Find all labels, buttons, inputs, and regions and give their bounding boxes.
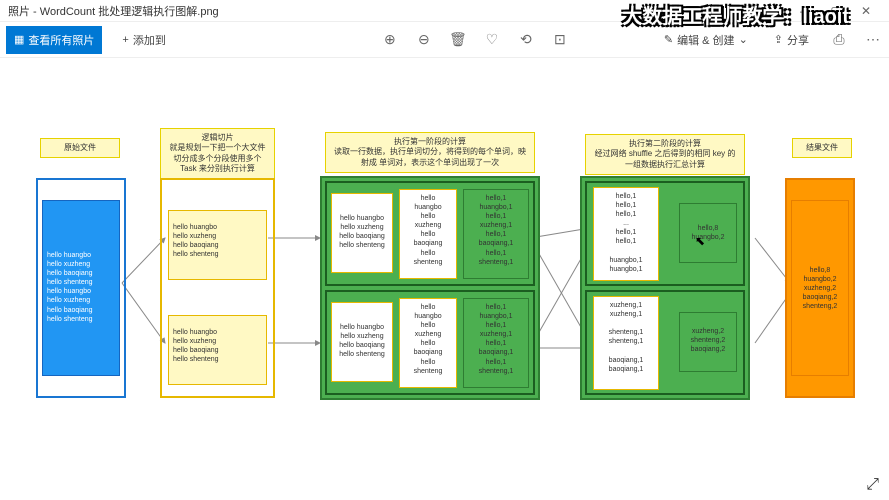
heart-icon[interactable]: ♡ bbox=[482, 31, 502, 48]
expand-icon[interactable]: ⤢ bbox=[866, 476, 879, 494]
window-title: 照片 - WordCount 批处理逻辑执行图解.png bbox=[8, 3, 219, 19]
stage-split: hello huangbo hello xuzheng hello baoqia… bbox=[160, 178, 275, 398]
more-icon[interactable]: ⋯ bbox=[863, 31, 883, 48]
stage-result: hello,8 huangbo,2 xuzheng,2 baoqiang,2 s… bbox=[785, 178, 855, 398]
rotate-icon[interactable]: ⟲ bbox=[516, 31, 536, 48]
note-stage1: 执行第一阶段的计算 读取一行数据，执行单词切分，将得到的每个单词，映射成 单词对… bbox=[325, 132, 535, 173]
stage-reduce: hello,1 hello,1 hello,1 ... hello,1 hell… bbox=[580, 176, 750, 400]
zoom-in-icon[interactable]: ⊕ bbox=[380, 31, 400, 48]
reduce-task-1: hello,1 hello,1 hello,1 ... hello,1 hell… bbox=[585, 181, 745, 286]
video-overlay-text: 大数据工程师教学：liaoit bbox=[622, 0, 849, 29]
input-file-block: hello huangbo hello xuzheng hello baoqia… bbox=[42, 200, 120, 376]
diagram-canvas: 原始文件 逻辑切片 就是规划一下把一个大文件切分成多个分段使用多个 Task 来… bbox=[0, 58, 889, 480]
map2-mid: hello huangbo hello xuzheng hello baoqia… bbox=[399, 298, 457, 388]
mouse-cursor: ⬉ bbox=[695, 234, 705, 248]
reduce2-output: xuzheng,2 shenteng,2 baoqiang,2 bbox=[679, 312, 737, 372]
reduce2-input: xuzheng,1 xuzheng,1 shenteng,1 shenteng,… bbox=[593, 296, 659, 390]
add-to-button[interactable]: + 添加到 bbox=[116, 28, 171, 52]
view-all-label: 查看所有照片 bbox=[28, 32, 94, 48]
view-all-photos-button[interactable]: ▦ 查看所有照片 bbox=[6, 26, 102, 54]
share-button[interactable]: ⇪ 分享 bbox=[768, 28, 815, 52]
reduce1-input: hello,1 hello,1 hello,1 ... hello,1 hell… bbox=[593, 187, 659, 281]
reduce1-output: hello,8 huangbo,2 bbox=[679, 203, 737, 263]
stage-map: hello huangbo hello xuzheng hello baoqia… bbox=[320, 176, 540, 400]
share-icon: ⇪ bbox=[774, 33, 783, 46]
map-task-1: hello huangbo hello xuzheng hello baoqia… bbox=[325, 181, 535, 286]
add-to-label: 添加到 bbox=[133, 32, 166, 48]
note-result-file: 结果文件 bbox=[792, 138, 852, 158]
split-block-1: hello huangbo hello xuzheng hello baoqia… bbox=[168, 210, 267, 280]
plus-icon: + bbox=[122, 34, 128, 46]
map2-input: hello huangbo hello xuzheng hello baoqia… bbox=[331, 302, 393, 382]
share-label: 分享 bbox=[787, 32, 809, 48]
note-logic-split: 逻辑切片 就是规划一下把一个大文件切分成多个分段使用多个 Task 来分别执行计… bbox=[160, 128, 275, 180]
map1-mid: hello huangbo hello xuzheng hello baoqia… bbox=[399, 189, 457, 279]
result-block: hello,8 huangbo,2 xuzheng,2 baoqiang,2 s… bbox=[791, 200, 849, 376]
print-icon[interactable]: ⎙ bbox=[829, 31, 849, 48]
map1-output: hello,1 huangbo,1 hello,1 xuzheng,1 hell… bbox=[463, 189, 529, 279]
edit-label: 编辑 & 创建 bbox=[677, 32, 734, 48]
close-button[interactable]: ✕ bbox=[851, 4, 881, 18]
zoom-out-icon[interactable]: ⊖ bbox=[414, 31, 434, 48]
edit-create-button[interactable]: ✎ 编辑 & 创建 ⌄ bbox=[658, 28, 754, 52]
split-block-2: hello huangbo hello xuzheng hello baoqia… bbox=[168, 315, 267, 385]
map2-output: hello,1 huangbo,1 hello,1 xuzheng,1 hell… bbox=[463, 298, 529, 388]
reduce-task-2: xuzheng,1 xuzheng,1 shenteng,1 shenteng,… bbox=[585, 290, 745, 395]
chevron-down-icon: ⌄ bbox=[739, 33, 748, 46]
note-stage2: 执行第二阶段的计算 经过网络 shuffle 之后得到的相同 key 的一组数据… bbox=[585, 134, 745, 175]
map-task-2: hello huangbo hello xuzheng hello baoqia… bbox=[325, 290, 535, 395]
crop-icon[interactable]: ⊡ bbox=[550, 31, 570, 48]
stage-input: hello huangbo hello xuzheng hello baoqia… bbox=[36, 178, 126, 398]
note-original-file: 原始文件 bbox=[40, 138, 120, 158]
delete-icon[interactable]: 🗑 bbox=[448, 31, 468, 48]
map1-input: hello huangbo hello xuzheng hello baoqia… bbox=[331, 193, 393, 273]
grid-icon: ▦ bbox=[14, 33, 24, 46]
pencil-icon: ✎ bbox=[664, 33, 673, 46]
